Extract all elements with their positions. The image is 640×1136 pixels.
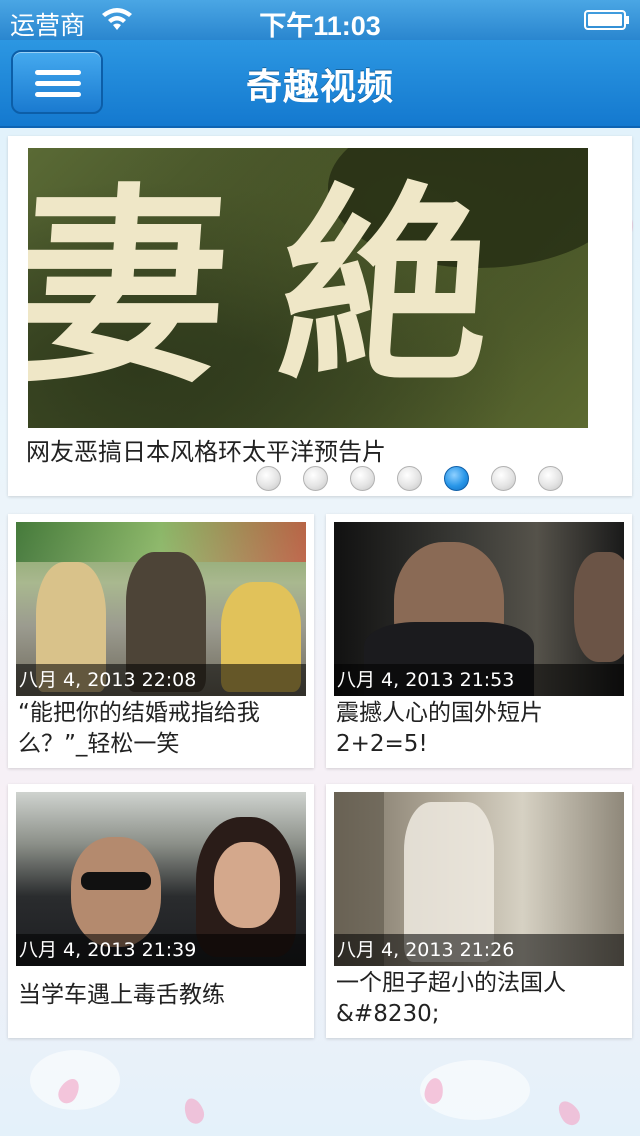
featured-video-card[interactable]: 妻 絶 网友恶搞日本风格环太平洋预告片 [8,136,632,496]
video-card[interactable]: 八月 4, 2013 22:08 “能把你的结婚戒指给我么？”_轻松一笑 [8,514,314,768]
page-dot[interactable] [350,466,375,491]
video-date: 八月 4, 2013 21:39 [16,934,306,966]
status-bar: 运营商 下午11:03 [0,0,640,41]
page-dot[interactable] [303,466,328,491]
video-date: 八月 4, 2013 21:53 [334,664,624,696]
page-indicator[interactable] [256,466,585,494]
video-card[interactable]: 八月 4, 2013 21:53 震撼人心的国外短片2+2=5! [326,514,632,768]
video-date: 八月 4, 2013 22:08 [16,664,306,696]
video-thumbnail[interactable]: 八月 4, 2013 22:08 [16,522,306,696]
status-time: 下午11:03 [259,11,381,41]
featured-caption[interactable]: 网友恶搞日本风格环太平洋预告片 [26,432,386,467]
video-title[interactable]: 一个胆子超小的法国人&#8230; [336,968,626,1030]
video-title[interactable]: “能把你的结婚戒指给我么？”_轻松一笑 [18,698,308,760]
page-dot[interactable] [491,466,516,491]
featured-overlay-text: 妻 絶 [28,164,490,411]
featured-video-thumbnail[interactable]: 妻 絶 [28,148,588,428]
page-dot[interactable] [397,466,422,491]
video-title[interactable]: 震撼人心的国外短片2+2=5! [336,698,626,760]
battery-icon [584,10,629,30]
video-thumbnail[interactable]: 八月 4, 2013 21:53 [334,522,624,696]
navigation-bar: 奇趣视频 [0,40,640,128]
video-thumbnail[interactable]: 八月 4, 2013 21:26 [334,792,624,966]
page-title: 奇趣视频 [245,67,394,108]
video-title[interactable]: 当学车遇上毒舌教练 [18,980,308,1011]
page-dot[interactable] [256,466,281,491]
video-date: 八月 4, 2013 21:26 [334,934,624,966]
video-card[interactable]: 八月 4, 2013 21:26 一个胆子超小的法国人&#8230; [326,784,632,1038]
video-thumbnail[interactable]: 八月 4, 2013 21:39 [16,792,306,966]
page-dot[interactable] [538,466,563,491]
page-dot-active[interactable] [444,466,469,491]
video-card[interactable]: 八月 4, 2013 21:39 当学车遇上毒舌教练 [8,784,314,1038]
